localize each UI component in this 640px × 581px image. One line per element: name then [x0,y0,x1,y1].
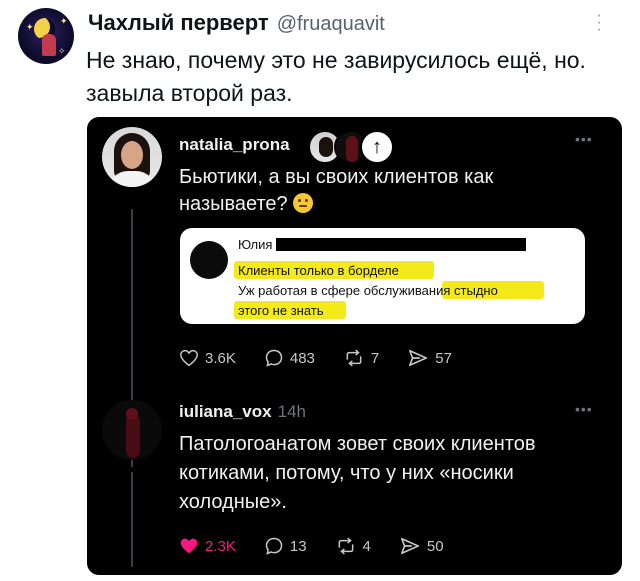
reply-count: 483 [289,349,315,367]
reply-bubble-icon [265,349,283,367]
share-button: 50 [399,536,444,556]
author-display-name[interactable]: Чахлый перверт [88,10,269,36]
natalia-avatar [102,127,162,187]
share-button: 57 [407,348,452,368]
send-icon [400,537,419,555]
like-button: 3.6K [179,349,236,367]
comment-line-part: Уж работая в сфере обслуживания [238,283,451,298]
more-dots-icon: ••• [575,401,593,417]
star-icon: ✦ [60,16,68,26]
repost-count: 4 [362,537,371,555]
repost-button: 4 [335,536,371,556]
commenter-avatar [190,241,228,279]
author-avatar[interactable]: ✦ ✦ ✧ [18,8,74,64]
repost-button: 7 [343,348,379,368]
commenter-name: Юлия [238,237,273,252]
iuliana-avatar [102,400,162,460]
tweet-text: Не знаю, почему это не завирусилось ещё,… [86,47,586,106]
comment-line: этого не знать [238,303,324,318]
like-count: 2.3K [205,537,236,555]
reply-button: 483 [264,348,315,368]
comment-line-part: стыдно [454,283,498,298]
post2-actions: 2.3K 13 4 50 [179,536,472,556]
heart-icon [180,349,198,367]
post2-username: iuliana_vox [179,402,272,421]
like-count: 3.6K [205,349,236,367]
heart-filled-icon [180,538,198,554]
star-icon: ✧ [58,46,66,56]
share-count: 50 [426,537,444,555]
redaction-bar [276,238,526,251]
sailor-figure [42,34,56,56]
like-button: 2.3K [179,537,236,555]
raised-eyebrow-emoji-icon [293,193,314,213]
post2-text: Патологоанатом зовет своих клиентов коти… [179,433,536,513]
post1-actions: 3.6K 483 7 57 [179,348,480,368]
reply-button: 13 [264,536,307,556]
quoted-comment-card: Юлия Клиенты только в борделе Уж работая… [180,228,585,324]
author-handle[interactable]: @fruaquavit [277,13,385,36]
arrow-up-icon: ↑ [360,130,394,164]
reply-count: 13 [289,537,307,555]
embedded-screenshot: natalia_prona ↑ ••• Бьютики, а вы своих … [87,117,622,575]
tweet-header: Чахлый перверт @fruaquavit [88,10,385,36]
comment-line: Уж работая в сфере обслуживания стыдно [238,283,498,298]
post2-header: iuliana_vox 14h [179,402,306,422]
post1-text: Бьютики, а вы своих клиентов как называе… [179,164,599,218]
star-icon: ✦ [26,22,34,32]
more-dots-icon: ••• [575,131,593,147]
thread-line [131,472,133,567]
repost-count: 7 [370,349,380,367]
post1-username: natalia_prona [179,135,290,154]
share-count: 57 [435,349,452,367]
vertical-dots-icon[interactable]: · · · [596,8,602,38]
repost-icon [346,349,362,367]
post2-time: 14h [277,402,306,421]
repost-icon [338,537,353,555]
send-icon [409,349,428,367]
participant-avatars: ↑ [308,130,394,164]
comment-line: Клиенты только в борделе [238,263,399,278]
reply-bubble-icon [265,537,283,555]
post1-text-content: Бьютики, а вы своих клиентов как называе… [179,166,494,215]
